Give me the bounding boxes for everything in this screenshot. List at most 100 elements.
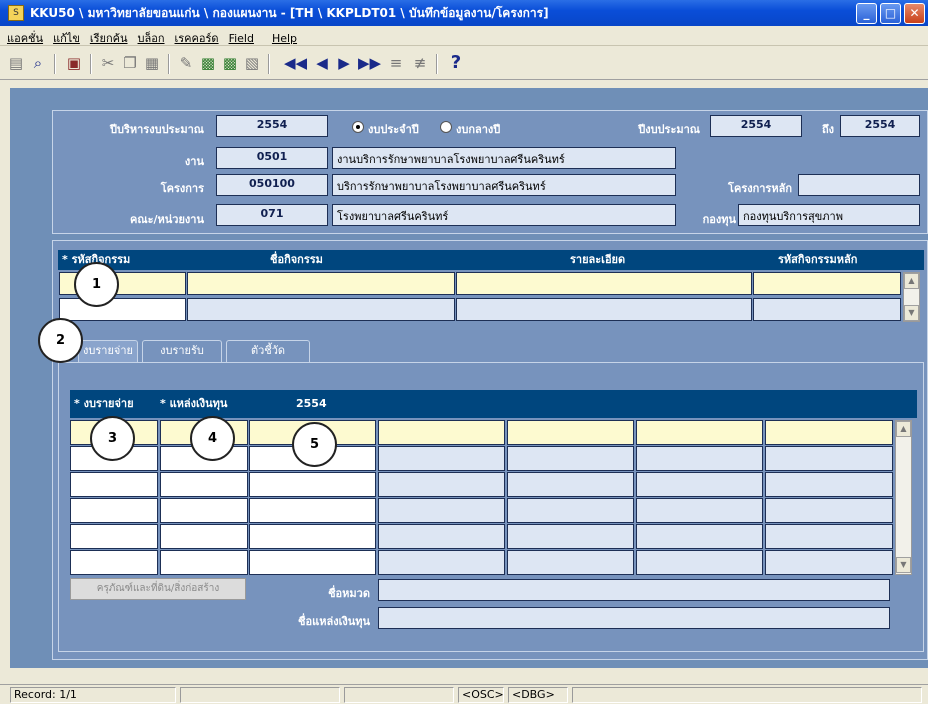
clear-icon[interactable]: ✎ xyxy=(176,53,196,73)
activity-detail-cell[interactable] xyxy=(456,272,752,295)
scroll-up-icon[interactable]: ▲ xyxy=(904,273,919,289)
expense-cell[interactable] xyxy=(70,472,158,497)
expense-cell[interactable] xyxy=(249,498,376,523)
radio-midyear-label: งบกลางปี xyxy=(456,123,501,136)
expense-cell[interactable] xyxy=(765,498,893,523)
window-title-bar[interactable]: KKU50 \ มหาวิทยาลัยขอนแก่น \ กองแผนงาน -… xyxy=(0,0,928,26)
expense-cell[interactable] xyxy=(507,472,634,497)
save-icon[interactable]: ▤ xyxy=(6,53,26,73)
scroll-down-icon[interactable]: ▼ xyxy=(904,305,919,321)
category-name-field[interactable] xyxy=(378,579,890,601)
budget-year-to-field[interactable]: 2554 xyxy=(840,115,920,137)
exit-icon[interactable]: ▣ xyxy=(64,53,84,73)
toolbar-separator xyxy=(54,54,56,74)
expense-cell[interactable] xyxy=(765,472,893,497)
expense-cell[interactable] xyxy=(70,524,158,549)
tab-expense[interactable]: งบรายจ่าย xyxy=(78,340,138,362)
scroll-up-icon[interactable]: ▲ xyxy=(896,421,911,437)
job-label: งาน xyxy=(184,155,204,168)
expense-cell[interactable] xyxy=(507,446,634,471)
scroll-down-icon[interactable]: ▼ xyxy=(896,557,911,573)
expense-cell[interactable] xyxy=(765,524,893,549)
expense-cell[interactable] xyxy=(378,524,505,549)
expense-cell[interactable] xyxy=(378,498,505,523)
expense-cell[interactable] xyxy=(378,550,505,575)
first-record-icon[interactable]: ◀◀ xyxy=(284,53,307,73)
expense-column-header: * งบรายจ่าย xyxy=(74,394,134,414)
callout-1: 1 xyxy=(74,262,119,307)
duplicate-record-icon[interactable]: ▩ xyxy=(220,53,240,73)
expense-cell[interactable] xyxy=(160,550,248,575)
expense-cell[interactable] xyxy=(507,550,634,575)
unit-name-field[interactable]: โรงพยาบาลศรีนครินทร์ xyxy=(332,204,676,226)
help-icon[interactable]: ? xyxy=(446,53,466,73)
job-code-field[interactable]: 0501 xyxy=(216,147,328,169)
activity-detail-cell[interactable] xyxy=(456,298,752,321)
app-icon[interactable]: S xyxy=(8,5,24,21)
expense-cell[interactable] xyxy=(765,446,893,471)
expense-cell[interactable] xyxy=(160,472,248,497)
print-preview-icon[interactable]: ⌕ xyxy=(28,53,48,73)
expense-cell[interactable] xyxy=(70,498,158,523)
expense-cell[interactable] xyxy=(70,550,158,575)
expense-cell[interactable] xyxy=(507,420,634,445)
cancel-query-icon[interactable]: ≢ xyxy=(410,53,430,73)
minimize-button[interactable]: _ xyxy=(856,3,877,24)
expense-cell[interactable] xyxy=(507,498,634,523)
project-name-field[interactable]: บริการรักษาพยาบาลโรงพยาบาลศรีนครินทร์ xyxy=(332,174,676,196)
insert-record-icon[interactable]: ▩ xyxy=(198,53,218,73)
main-activity-code-cell[interactable] xyxy=(753,298,901,321)
tab-revenue[interactable]: งบรายรับ xyxy=(142,340,222,362)
query-icon[interactable]: ≡ xyxy=(386,53,406,73)
fund-source-name-field[interactable] xyxy=(378,607,890,629)
expense-cell[interactable] xyxy=(636,524,763,549)
durable-assets-button[interactable]: ครุภัณฑ์และที่ดิน/สิ่งก่อสร้าง xyxy=(70,578,246,600)
project-code-field[interactable]: 050100 xyxy=(216,174,328,196)
budget-year-from-field[interactable]: 2554 xyxy=(710,115,802,137)
cut-icon[interactable]: ✂ xyxy=(98,53,118,73)
expense-cell[interactable] xyxy=(765,550,893,575)
expense-scrollbar[interactable] xyxy=(895,420,912,575)
job-name-field[interactable]: งานบริการรักษาพยาบาลโรงพยาบาลศรีนครินทร์ xyxy=(332,147,676,169)
fund-field[interactable]: กองทุนบริการสุขภาพ xyxy=(738,204,920,226)
expense-cell[interactable] xyxy=(249,524,376,549)
expense-cell[interactable] xyxy=(249,472,376,497)
expense-cell[interactable] xyxy=(507,524,634,549)
activity-name-cell[interactable] xyxy=(187,272,455,295)
last-record-icon[interactable]: ▶▶ xyxy=(358,53,381,73)
copy-icon[interactable]: ❐ xyxy=(120,53,140,73)
expense-cell[interactable] xyxy=(160,498,248,523)
unit-code-field[interactable]: 071 xyxy=(216,204,328,226)
previous-record-icon[interactable]: ◀ xyxy=(312,53,332,73)
expense-cell[interactable] xyxy=(636,550,763,575)
expense-cell[interactable] xyxy=(765,420,893,445)
expense-cell[interactable] xyxy=(378,472,505,497)
tab-indicators[interactable]: ตัวชี้วัด xyxy=(226,340,310,362)
main-project-field[interactable] xyxy=(798,174,920,196)
radio-midyear[interactable] xyxy=(440,121,452,133)
radio-annual[interactable] xyxy=(352,121,364,133)
close-button[interactable]: ✕ xyxy=(904,3,925,24)
delete-record-icon[interactable]: ▧ xyxy=(242,53,262,73)
budget-year-label: ปีงบประมาณ xyxy=(638,123,700,136)
fiscal-admin-label: ปีบริหารงบประมาณ xyxy=(110,123,204,136)
expense-cell[interactable] xyxy=(636,446,763,471)
expense-cell[interactable] xyxy=(160,524,248,549)
main-activity-code-cell[interactable] xyxy=(753,272,901,295)
main-project-label: โครงการหลัก xyxy=(728,182,792,195)
next-record-icon[interactable]: ▶ xyxy=(334,53,354,73)
fiscal-admin-field[interactable]: 2554 xyxy=(216,115,328,137)
expense-cell[interactable] xyxy=(378,420,505,445)
activity-code-cell[interactable] xyxy=(59,298,186,321)
activity-name-cell[interactable] xyxy=(187,298,455,321)
expense-cell[interactable] xyxy=(378,446,505,471)
expense-cell[interactable] xyxy=(636,498,763,523)
expense-cell[interactable] xyxy=(249,550,376,575)
expense-cell[interactable] xyxy=(636,472,763,497)
expense-cell[interactable] xyxy=(636,420,763,445)
maximize-button[interactable]: □ xyxy=(880,3,901,24)
year-column-header: 2554 xyxy=(296,394,327,414)
project-label: โครงการ xyxy=(160,182,204,195)
paste-icon[interactable]: ▦ xyxy=(142,53,162,73)
main-activity-code-column-header: รหัสกิจกรรมหลัก xyxy=(778,250,858,270)
